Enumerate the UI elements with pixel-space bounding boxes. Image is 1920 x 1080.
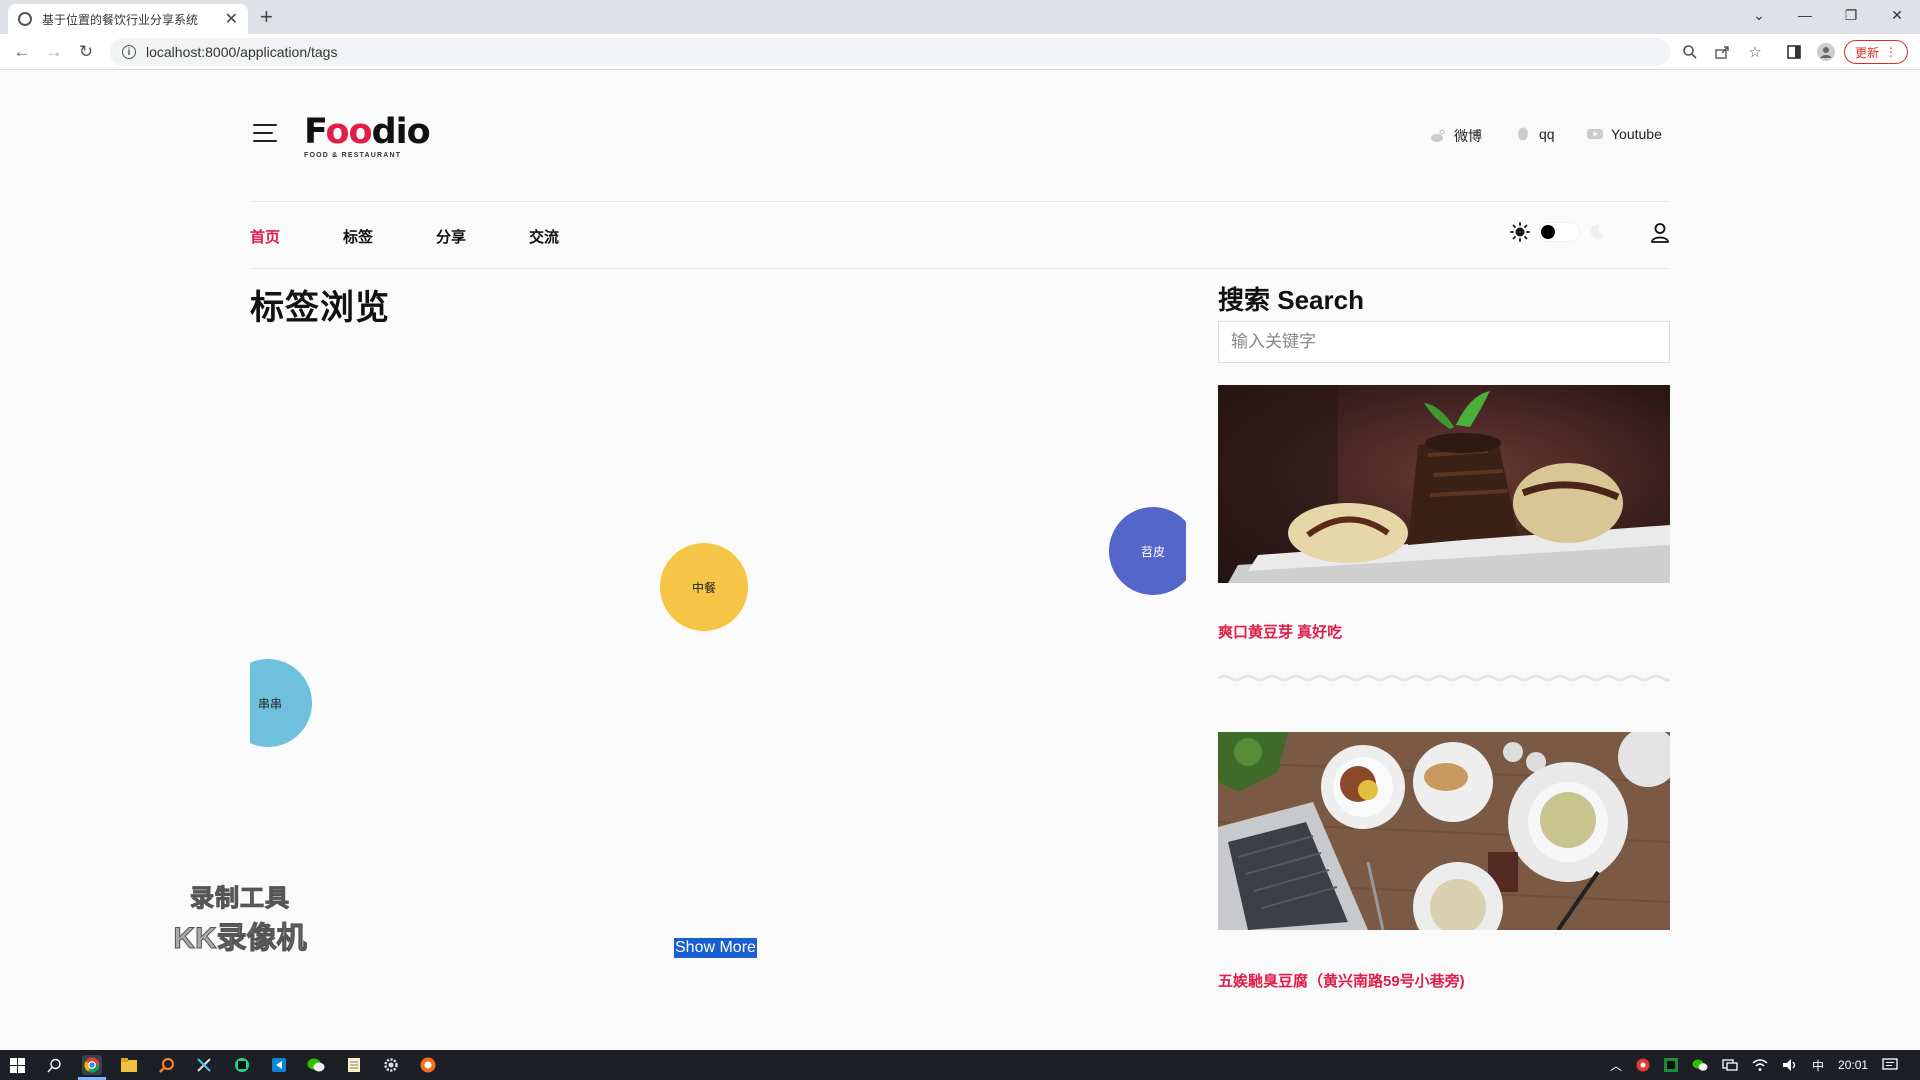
wifi-icon[interactable]: [1752, 1058, 1768, 1072]
user-account-icon[interactable]: [1650, 222, 1670, 244]
watermark-line2: KK录像机: [173, 922, 307, 956]
clock-time[interactable]: 20:01: [1838, 1058, 1868, 1072]
social-label: 微博: [1454, 128, 1482, 144]
pycharm-icon[interactable]: [232, 1055, 252, 1075]
main-nav: 首页 标签 分享 交流: [250, 226, 622, 247]
close-tab-icon[interactable]: ✕: [225, 9, 238, 29]
system-tray: ︿ 中 20:01: [1610, 1050, 1898, 1080]
tag-label: 中餐: [691, 580, 716, 595]
antivirus-tray-icon[interactable]: [1636, 1058, 1650, 1072]
update-label: 更新: [1854, 45, 1879, 60]
browser-tab[interactable]: 基于位置的餐饮行业分享系统 ✕: [8, 4, 248, 34]
vscode-icon[interactable]: [269, 1055, 289, 1075]
tab-search-icon[interactable]: ⌄: [1736, 0, 1782, 30]
restore-button[interactable]: ❐: [1828, 0, 1874, 30]
bookmark-star-icon[interactable]: ☆: [1745, 42, 1765, 62]
tag-bubble-chuanchuan[interactable]: 串串: [250, 659, 312, 747]
switch-knob: [1541, 225, 1555, 239]
post-image-table[interactable]: [1218, 732, 1670, 930]
wavy-divider: [1218, 674, 1670, 682]
tag-bubble-zhongcan[interactable]: 中餐: [660, 543, 748, 631]
notification-center-icon[interactable]: [1882, 1058, 1898, 1072]
globe-icon: [18, 12, 32, 26]
ime-indicator[interactable]: 中: [1812, 1057, 1824, 1074]
post-title-link[interactable]: 五娭馳臭豆腐（黄兴南路59号小巷旁): [1218, 970, 1465, 991]
nav-item-home[interactable]: 首页: [250, 226, 343, 247]
notepad-icon[interactable]: [344, 1055, 364, 1075]
tab-title: 基于位置的餐饮行业分享系统: [42, 12, 199, 27]
close-window-button[interactable]: ✕: [1874, 0, 1920, 30]
logo-text: Foodio: [304, 112, 431, 152]
windows-taskbar: ︿ 中 20:01: [0, 1050, 1920, 1080]
new-tab-button[interactable]: +: [260, 4, 273, 30]
side-panel-icon[interactable]: [1784, 42, 1804, 62]
qq-icon: [1518, 127, 1528, 141]
site-info-icon[interactable]: i: [122, 45, 136, 59]
recorder-app-icon[interactable]: [418, 1055, 438, 1075]
chrome-icon[interactable]: [82, 1055, 102, 1075]
youtube-icon: [1587, 129, 1603, 139]
weibo-icon: [1431, 129, 1445, 142]
update-button[interactable]: 更新 ⋮: [1844, 40, 1908, 64]
sun-icon: [1510, 222, 1530, 242]
site-logo[interactable]: Foodio FOOD & RESTAURANT: [304, 114, 434, 164]
zoom-icon[interactable]: [1680, 42, 1700, 62]
nav-item-tags[interactable]: 标签: [343, 226, 436, 247]
watermark-line1: 录制工具: [190, 885, 290, 913]
recorder-watermark: 录制工具 KK录像机: [160, 878, 320, 957]
browser-tab-strip: 基于位置的餐饮行业分享系统 ✕ + ⌄ — ❐ ✕: [0, 0, 1920, 34]
show-more-button[interactable]: Show More: [674, 938, 757, 958]
social-link-youtube[interactable]: Youtube: [1587, 126, 1662, 142]
tag-bubble-shaopi[interactable]: 苕皮: [1109, 507, 1186, 595]
minimize-button[interactable]: —: [1782, 0, 1828, 30]
menu-hamburger-icon[interactable]: [253, 124, 277, 142]
theme-switch[interactable]: [1538, 222, 1580, 242]
reload-button[interactable]: ↻: [74, 40, 98, 64]
search-input[interactable]: [1218, 321, 1670, 363]
network-tray-icon[interactable]: [1722, 1059, 1738, 1071]
address-bar[interactable]: i localhost:8000/application/tags: [110, 38, 1670, 66]
search-tool-icon[interactable]: [157, 1055, 177, 1075]
page-content: Foodio FOOD & RESTAURANT 微博 qq Youtube 首…: [0, 70, 1920, 1050]
theme-toggle[interactable]: [1510, 222, 1606, 242]
tray-expand-icon[interactable]: ︿: [1610, 1057, 1622, 1074]
social-link-qq[interactable]: qq: [1515, 126, 1555, 142]
windows-start-icon[interactable]: [7, 1055, 27, 1075]
profile-avatar-icon[interactable]: [1816, 42, 1836, 62]
logo-subtitle: FOOD & RESTAURANT: [304, 152, 402, 159]
volume-icon[interactable]: [1782, 1058, 1798, 1072]
tag-label: 串串: [257, 696, 282, 711]
page-title: 标签浏览: [250, 289, 390, 327]
tray-app-icon[interactable]: [1664, 1058, 1679, 1072]
social-link-weibo[interactable]: 微博: [1430, 126, 1482, 146]
tag-label: 苕皮: [1140, 544, 1165, 559]
tag-cloud: 中餐 苕皮 串串: [250, 335, 1186, 880]
back-button[interactable]: ←: [10, 40, 34, 64]
file-explorer-icon[interactable]: [119, 1055, 139, 1075]
wechat-icon[interactable]: [306, 1055, 326, 1075]
search-icon[interactable]: [44, 1055, 64, 1075]
post-image-dessert[interactable]: [1218, 385, 1670, 583]
search-heading: 搜索 Search: [1218, 285, 1364, 315]
nav-item-share[interactable]: 分享: [436, 226, 529, 247]
browser-toolbar: ← → ↻ i localhost:8000/application/tags …: [0, 34, 1920, 70]
nav-divider: [250, 268, 1670, 269]
more-menu-icon: ⋮: [1885, 45, 1897, 59]
social-label: Youtube: [1611, 126, 1662, 142]
share-icon[interactable]: [1712, 42, 1732, 62]
header-divider: [250, 201, 1670, 202]
url-text: localhost:8000/application/tags: [146, 44, 338, 60]
post-title-link[interactable]: 爽口黄豆芽 真好吃: [1218, 621, 1342, 642]
forward-button[interactable]: →: [42, 40, 66, 64]
snipping-tool-icon[interactable]: [194, 1055, 214, 1075]
settings-gear-icon[interactable]: [381, 1055, 401, 1075]
moon-icon: [1590, 224, 1604, 239]
wechat-tray-icon[interactable]: [1692, 1058, 1708, 1072]
nav-item-chat[interactable]: 交流: [529, 226, 622, 247]
social-label: qq: [1539, 126, 1555, 142]
